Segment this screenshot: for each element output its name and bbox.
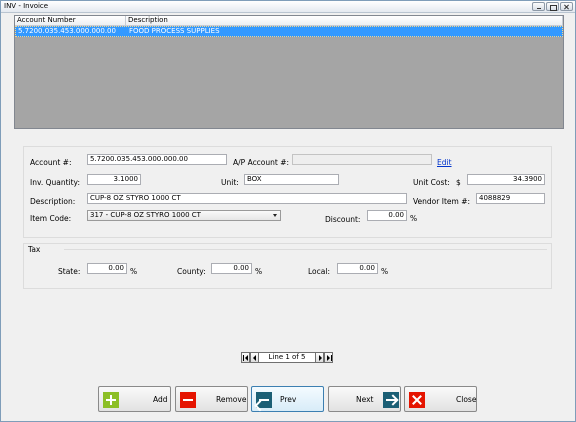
column-header-account-number[interactable]: Account Number: [15, 16, 126, 25]
cell-description: FOOD PROCESS SUPPLIES: [129, 27, 220, 35]
first-icon: [245, 354, 248, 361]
close-button-label: Close: [456, 395, 477, 404]
nav-last-button[interactable]: [324, 351, 333, 363]
county-label: County:: [177, 267, 206, 276]
remove-button-label: Remove: [216, 395, 247, 404]
account-label: Account #:: [30, 158, 72, 167]
arrow-left-icon: [256, 392, 272, 408]
nav-first-button[interactable]: [241, 351, 250, 363]
triangle-left-icon: [253, 354, 256, 361]
plus-icon: [103, 392, 119, 408]
tax-divider: [64, 249, 547, 250]
description-label: Description:: [30, 197, 76, 206]
nav-prev-button[interactable]: [250, 351, 259, 363]
county-tax-field[interactable]: 0.00: [211, 263, 252, 274]
remove-button[interactable]: Remove: [175, 386, 248, 412]
state-percent: %: [130, 267, 138, 276]
column-header-description[interactable]: Description: [126, 16, 563, 25]
unit-field[interactable]: BOX: [244, 174, 339, 185]
item-code-label: Item Code:: [30, 214, 72, 223]
last-icon: [327, 354, 330, 361]
discount-field[interactable]: 0.00: [367, 210, 407, 221]
cell-account-number: 5.7200.035.453.000.000.00: [18, 27, 116, 35]
unit-cost-label: Unit Cost:: [413, 178, 450, 187]
prev-button[interactable]: Prev: [251, 386, 324, 412]
title-bar: INV - Invoice: [1, 1, 575, 13]
triangle-right-icon: [319, 354, 322, 361]
state-tax-field[interactable]: 0.00: [87, 263, 127, 274]
arrow-right-icon: [383, 392, 399, 408]
add-button-label: Add: [153, 395, 168, 404]
vendor-item-label: Vendor Item #:: [413, 197, 471, 206]
close-button[interactable]: Close: [404, 386, 477, 412]
state-label: State:: [58, 267, 81, 276]
unit-label: Unit:: [221, 178, 239, 187]
edit-link[interactable]: Edit: [437, 158, 452, 167]
minimize-button[interactable]: [532, 2, 545, 11]
discount-percent: %: [410, 214, 418, 223]
item-code-dropdown[interactable]: 317 - CUP-8 OZ STYRO 1000 CT: [87, 210, 281, 221]
discount-label: Discount:: [325, 215, 361, 224]
maximize-button[interactable]: [546, 2, 559, 11]
line-navigator: Line 1 of 5: [241, 351, 333, 363]
chevron-down-icon: [273, 214, 277, 217]
vendor-item-field[interactable]: 4088829: [476, 193, 545, 204]
close-x-icon: [409, 392, 425, 408]
add-button[interactable]: Add: [98, 386, 171, 412]
local-percent: %: [381, 267, 389, 276]
window-close-button[interactable]: [560, 2, 573, 11]
ap-account-label: A/P Account #:: [233, 158, 290, 167]
unit-cost-field[interactable]: 34.3900: [467, 174, 545, 185]
next-button-label: Next: [356, 395, 374, 404]
table-row[interactable]: 5.7200.035.453.000.000.00 FOOD PROCESS S…: [15, 26, 563, 37]
window-title: INV - Invoice: [4, 2, 49, 10]
tax-legend: Tax: [28, 245, 41, 254]
ap-account-field[interactable]: [292, 154, 432, 165]
description-field[interactable]: CUP-8 OZ STYRO 1000 CT: [87, 193, 407, 204]
county-percent: %: [255, 267, 263, 276]
grid-header: Account Number Description: [15, 16, 563, 26]
account-field[interactable]: 5.7200.035.453.000.000.00: [87, 154, 227, 165]
window-controls: [531, 2, 573, 12]
line-indicator: Line 1 of 5: [259, 351, 315, 363]
inv-quantity-field[interactable]: 3.1000: [87, 174, 141, 185]
item-code-value: 317 - CUP-8 OZ STYRO 1000 CT: [90, 211, 201, 219]
next-button[interactable]: Next: [328, 386, 401, 412]
invoice-window: INV - Invoice Account Number Description…: [0, 0, 576, 422]
prev-button-label: Prev: [280, 395, 297, 404]
inv-quantity-label: Inv. Quantity:: [30, 178, 80, 187]
local-tax-field[interactable]: 0.00: [337, 263, 378, 274]
minus-icon: [180, 392, 196, 408]
local-label: Local:: [308, 267, 330, 276]
account-grid[interactable]: Account Number Description 5.7200.035.45…: [14, 15, 564, 129]
nav-next-button[interactable]: [315, 351, 324, 363]
currency-symbol: $: [456, 178, 461, 187]
